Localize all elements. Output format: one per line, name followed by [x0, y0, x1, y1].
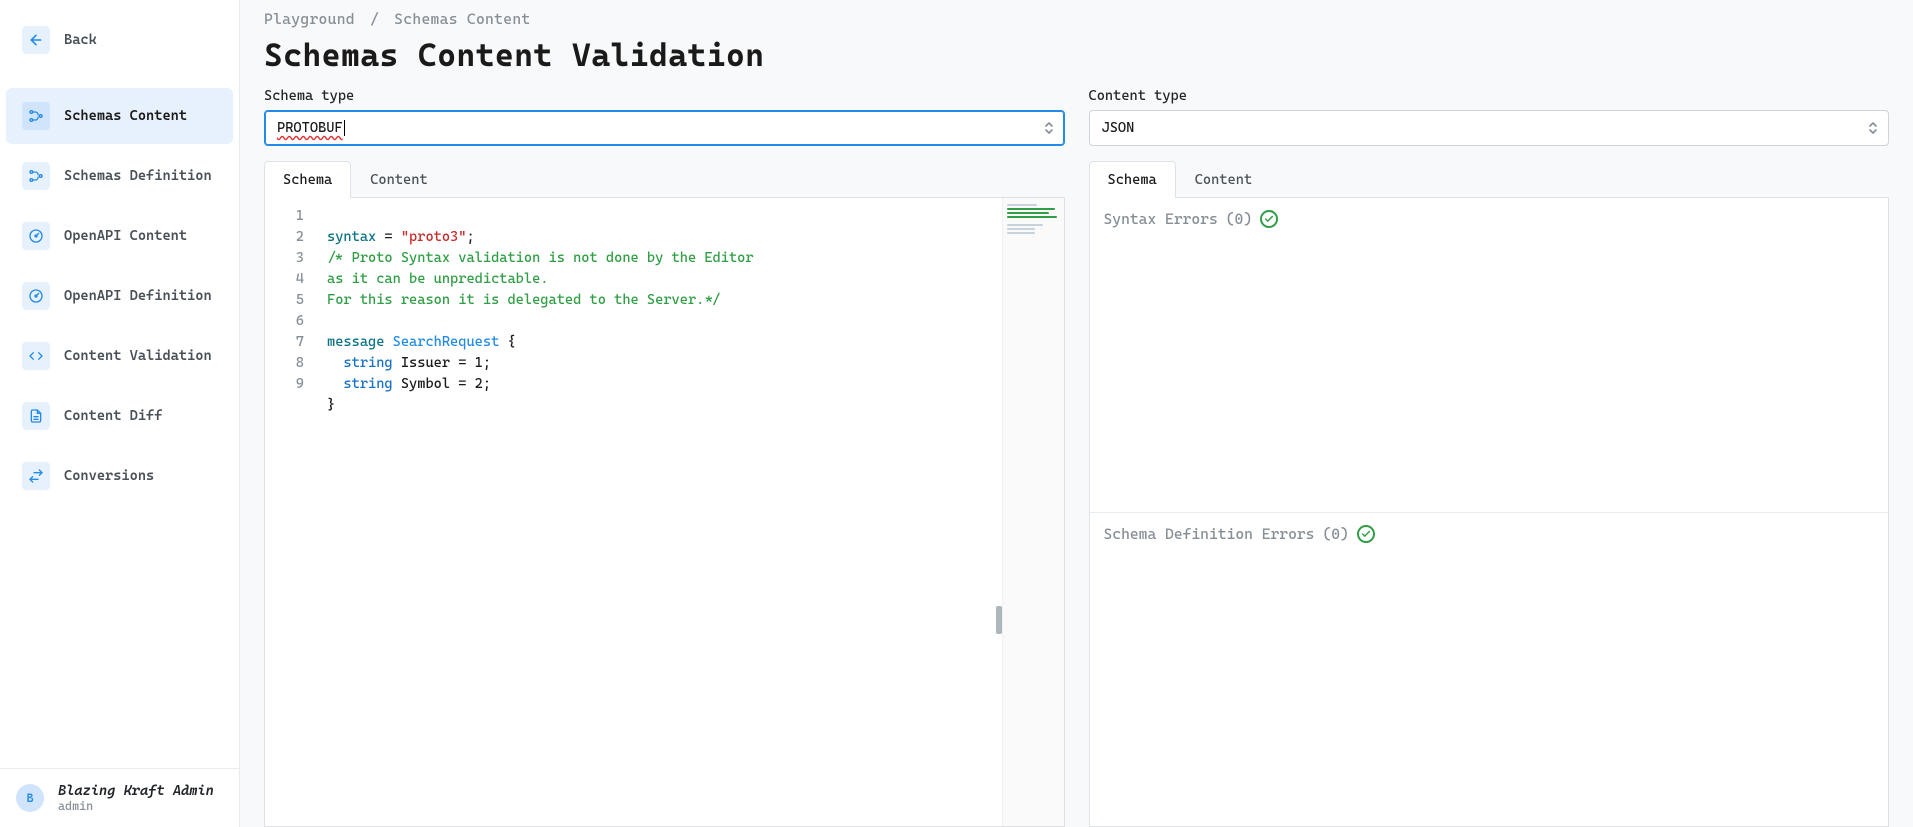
code-content[interactable]: syntax = "proto3"; /* Proto Syntax valid… — [317, 198, 1002, 826]
schema-type-label: Schema type — [264, 88, 1065, 104]
tab-content-left[interactable]: Content — [351, 161, 446, 198]
sidebar-item-label: Content Diff — [64, 408, 162, 424]
check-circle-icon — [1357, 525, 1375, 543]
sidebar-back[interactable]: Back — [6, 12, 233, 68]
left-panel: Schema type PROTOBUF Schema Content 1234… — [264, 88, 1065, 827]
page-title: Schemas Content Validation — [264, 36, 1889, 74]
schema-type-select[interactable]: PROTOBUF — [264, 110, 1065, 146]
left-tabs: Schema Content — [264, 160, 1065, 198]
sidebar-item-label: Conversions — [64, 468, 154, 484]
right-panel: Content type JSON Schema Content Syntax … — [1089, 88, 1890, 827]
arrow-left-icon — [22, 26, 50, 54]
sidebar-back-label: Back — [64, 32, 97, 48]
sidebar: Back Schemas Content Schemas Definition Op… — [0, 0, 240, 827]
user-role: admin — [58, 799, 214, 813]
chevron-updown-icon — [1044, 121, 1054, 135]
sidebar-item-label: OpenAPI Definition — [64, 288, 212, 304]
breadcrumb: Playground / Schemas Content — [264, 10, 1889, 28]
chevron-updown-icon — [1868, 121, 1878, 135]
sidebar-item-schemas-definition[interactable]: Schemas Definition — [6, 148, 233, 204]
content-type-value: JSON — [1102, 120, 1135, 136]
sidebar-item-content-diff[interactable]: Content Diff — [6, 388, 233, 444]
code-editor[interactable]: 123456789 syntax = "proto3"; /* Proto Sy… — [264, 198, 1065, 827]
tab-schema-left[interactable]: Schema — [264, 161, 351, 198]
breadcrumb-root[interactable]: Playground — [264, 10, 355, 28]
sidebar-item-openapi-content[interactable]: OpenAPI Content — [6, 208, 233, 264]
nodes-icon — [22, 102, 50, 130]
check-circle-icon — [1260, 210, 1278, 228]
gauge-icon — [22, 282, 50, 310]
sidebar-item-conversions[interactable]: Conversions — [6, 448, 233, 504]
schema-type-value: PROTOBUF — [277, 120, 343, 136]
content-type-select[interactable]: JSON — [1089, 110, 1890, 146]
sidebar-item-label: Content Validation — [64, 348, 212, 364]
sidebar-item-openapi-definition[interactable]: OpenAPI Definition — [6, 268, 233, 324]
sidebar-footer: B Blazing Kraft Admin admin — [0, 768, 239, 827]
avatar: B — [16, 784, 44, 812]
sidebar-item-content-validation[interactable]: Content Validation — [6, 328, 233, 384]
syntax-errors-header: Syntax Errors (0) — [1090, 198, 1889, 240]
gauge-icon — [22, 222, 50, 250]
editor-scrollbar[interactable] — [996, 198, 1002, 826]
minimap[interactable] — [1002, 198, 1064, 826]
tab-content-right[interactable]: Content — [1176, 161, 1271, 198]
user-name: Blazing Kraft Admin — [58, 783, 214, 799]
sidebar-item-label: Schemas Content — [64, 108, 187, 124]
swap-icon — [22, 462, 50, 490]
sidebar-item-schemas-content[interactable]: Schemas Content — [6, 88, 233, 144]
tab-schema-right[interactable]: Schema — [1089, 161, 1176, 198]
right-tabs: Schema Content — [1089, 160, 1890, 198]
breadcrumb-page[interactable]: Schemas Content — [394, 10, 530, 28]
sidebar-item-label: Schemas Definition — [64, 168, 212, 184]
definition-errors-header: Schema Definition Errors (0) — [1090, 513, 1889, 555]
code-icon — [22, 342, 50, 370]
line-gutter: 123456789 — [265, 198, 317, 826]
file-icon — [22, 402, 50, 430]
errors-panel: Syntax Errors (0) Schema Definition Erro… — [1089, 198, 1890, 827]
nodes-icon — [22, 162, 50, 190]
main: Playground / Schemas Content Schemas Con… — [240, 0, 1913, 827]
sidebar-item-label: OpenAPI Content — [64, 228, 187, 244]
content-type-label: Content type — [1089, 88, 1890, 104]
